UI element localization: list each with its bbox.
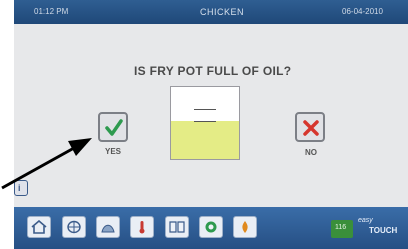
x-icon — [303, 120, 319, 136]
prompt-question: IS FRY POT FULL OF OIL? — [134, 64, 292, 78]
recipe-button[interactable] — [96, 216, 120, 238]
home-button[interactable] — [27, 216, 51, 238]
current-date: 06-04-2010 — [342, 7, 383, 16]
cycle-icon — [205, 221, 217, 233]
language-button[interactable] — [62, 216, 86, 238]
globe-icon — [67, 220, 81, 234]
pointer-arrow — [1, 138, 92, 190]
cycle-button[interactable] — [199, 216, 223, 238]
flame-button[interactable] — [233, 216, 257, 238]
status-badge-text: 116 — [335, 224, 347, 231]
manual-button[interactable] — [165, 216, 189, 238]
navigation-toolbar: 116 easy TOUCH — [14, 207, 408, 249]
brand-logo-line1: easy — [358, 217, 373, 224]
brand-logo-line2: TOUCH — [369, 226, 398, 235]
fry-pot-illustration — [170, 86, 240, 160]
home-icon — [31, 220, 47, 234]
book-icon — [169, 221, 185, 233]
fill-line-lower — [194, 121, 216, 122]
fill-line-upper — [194, 109, 216, 110]
oil-level — [171, 121, 239, 159]
temperature-button[interactable] — [130, 216, 154, 238]
no-label: NO — [305, 148, 317, 157]
no-button[interactable] — [295, 112, 325, 142]
flame-icon — [242, 221, 248, 233]
status-badge: 116 — [331, 220, 353, 238]
product-name: CHICKEN — [200, 7, 245, 17]
recipe-icon — [101, 224, 115, 233]
temperature-icon — [139, 221, 145, 234]
